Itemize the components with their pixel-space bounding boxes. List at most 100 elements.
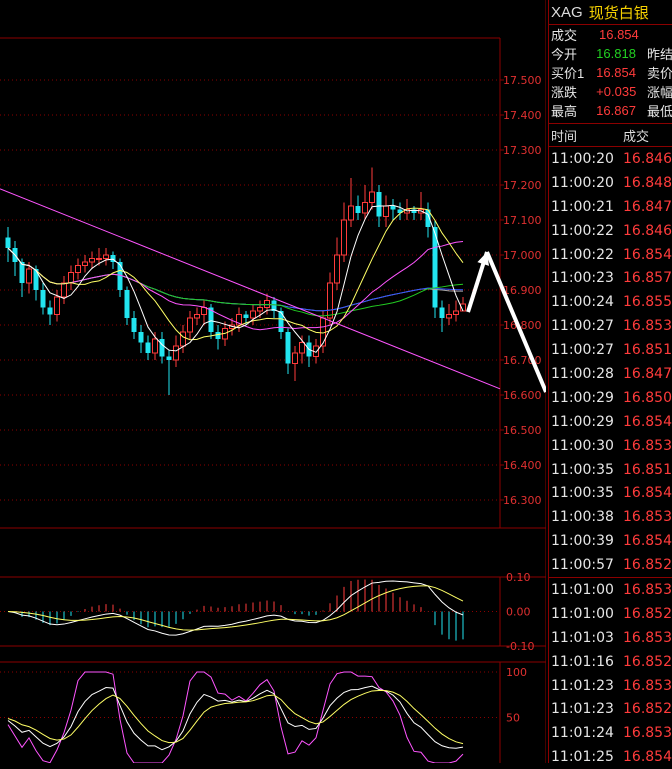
tick-row: 11:00:29 16.854	[549, 410, 672, 434]
tick-row: 11:00:24 16.855	[549, 290, 672, 314]
tick-time: 11:00:29	[551, 413, 614, 430]
tick-row: 11:01:00 16.852	[549, 602, 672, 626]
ticks-header: 时间 成交	[549, 123, 672, 147]
candlestick-chart[interactable]: 17.500 17.400 17.300 17.200 17.100 17.000 16.9…	[0, 0, 546, 763]
candle-body	[40, 290, 46, 308]
tick-list[interactable]: 11:00:20 16.846 11:00:20 16.848 11:00:21 16.8…	[549, 147, 672, 769]
tick-row: 11:01:24 16.853	[549, 721, 672, 745]
candle-body	[383, 205, 389, 217]
tick-price: 16.853	[623, 318, 672, 335]
tick-price: 16.853	[623, 725, 672, 742]
candle-body	[180, 331, 186, 347]
y-tick-label: 16.600	[503, 389, 542, 402]
tick-price: 16.851	[623, 342, 672, 359]
candle-body	[376, 192, 382, 217]
tick-time: 11:00:35	[551, 485, 614, 502]
ticks-header-time: 时间	[551, 128, 578, 144]
tick-row: 11:00:28 16.847	[549, 362, 672, 386]
quote-row: 最高 16.867 最低	[549, 101, 672, 120]
kdj-tick-label: 50	[506, 712, 520, 725]
tick-time: 11:01:00	[551, 605, 614, 622]
y-tick-label: 16.500	[503, 424, 542, 437]
tick-price: 16.855	[623, 294, 672, 311]
quote-row: 今开 16.818 昨结	[549, 44, 672, 63]
ticks-header-price: 成交	[623, 128, 650, 144]
tick-price: 16.851	[623, 461, 672, 478]
symbol-code: XAG	[551, 3, 583, 21]
candle-body	[5, 237, 11, 248]
tick-price: 16.846	[623, 150, 672, 167]
candle-body	[299, 342, 305, 354]
tick-price: 16.853	[623, 509, 672, 526]
candle-body	[348, 205, 354, 221]
y-tick-label: 17.100	[503, 214, 542, 227]
tick-row: 11:00:20 16.848	[549, 171, 672, 195]
candle-body	[138, 332, 144, 343]
tick-time: 11:00:35	[551, 461, 614, 478]
candle-body	[201, 307, 207, 315]
tick-price: 16.852	[623, 653, 672, 670]
candle-body	[152, 338, 158, 354]
tick-time: 11:01:16	[551, 653, 614, 670]
tick-price: 16.854	[623, 413, 672, 430]
tick-row: 11:00:38 16.853	[549, 505, 672, 529]
tick-price: 16.854	[623, 485, 672, 502]
tick-row: 11:00:30 16.853	[549, 434, 672, 458]
candle-body	[250, 310, 256, 319]
tick-row: 11:00:27 16.851	[549, 338, 672, 362]
y-tick-label: 17.200	[503, 179, 542, 192]
tick-time: 11:00:27	[551, 318, 614, 335]
candle-body	[243, 314, 249, 318]
y-tick-label: 17.400	[503, 109, 542, 122]
tick-price: 16.847	[623, 198, 672, 215]
tick-time: 11:00:29	[551, 389, 614, 406]
candle-body	[341, 219, 347, 256]
candle-body	[82, 261, 88, 266]
tick-row: 11:00:57 16.852	[549, 553, 672, 577]
candle-body	[334, 254, 340, 284]
candle-body	[96, 258, 102, 260]
candle-body	[390, 206, 396, 210]
candle-body	[124, 290, 130, 318]
candle-body	[362, 202, 368, 214]
tick-time: 11:00:22	[551, 246, 614, 263]
quote-extra-label: 最低	[646, 104, 672, 119]
quote-label: 今开	[551, 47, 578, 62]
candle-body	[166, 356, 172, 360]
y-tick-label: 17.500	[503, 74, 542, 87]
tick-row: 11:00:22 16.854	[549, 243, 672, 267]
candle-body	[61, 282, 67, 298]
macd-tick-label: 0.00	[506, 606, 531, 619]
ma60-line	[7, 247, 464, 312]
tick-price: 16.852	[623, 605, 672, 622]
tick-price: 16.854	[623, 246, 672, 263]
y-tick-label: 16.900	[503, 284, 542, 297]
tick-time: 11:01:00	[551, 581, 614, 598]
quote-header: XAG 现货白银	[549, 0, 672, 25]
quote-extra-label: 涨幅	[646, 85, 672, 100]
tick-price: 16.853	[623, 437, 672, 454]
ma10-line	[7, 207, 464, 341]
tick-price: 16.854	[623, 533, 672, 550]
candle-body	[453, 310, 459, 315]
candle-body	[159, 339, 165, 357]
tick-price: 16.853	[623, 581, 672, 598]
candle-body	[54, 296, 60, 315]
quote-row: 成交 16.854	[549, 25, 672, 44]
tick-row: 11:00:27 16.853	[549, 314, 672, 338]
tick-row: 11:00:20 16.846	[549, 147, 672, 171]
quote-extra-label: 昨结	[646, 47, 672, 62]
candle-body	[145, 342, 151, 353]
tick-price: 16.853	[623, 629, 672, 646]
tick-row: 11:00:21 16.847	[549, 195, 672, 219]
candle-body	[439, 307, 445, 318]
candle-body	[89, 258, 95, 263]
tick-price: 16.847	[623, 365, 672, 382]
quote-extra-label: 卖价	[646, 66, 672, 81]
tick-time: 11:00:20	[551, 150, 614, 167]
tick-time: 11:00:21	[551, 198, 614, 215]
quote-row: 买价1 16.854 卖价	[549, 63, 672, 82]
quote-value: 16.867	[596, 103, 636, 118]
tick-time: 11:00:27	[551, 342, 614, 359]
candle-body	[292, 352, 298, 364]
